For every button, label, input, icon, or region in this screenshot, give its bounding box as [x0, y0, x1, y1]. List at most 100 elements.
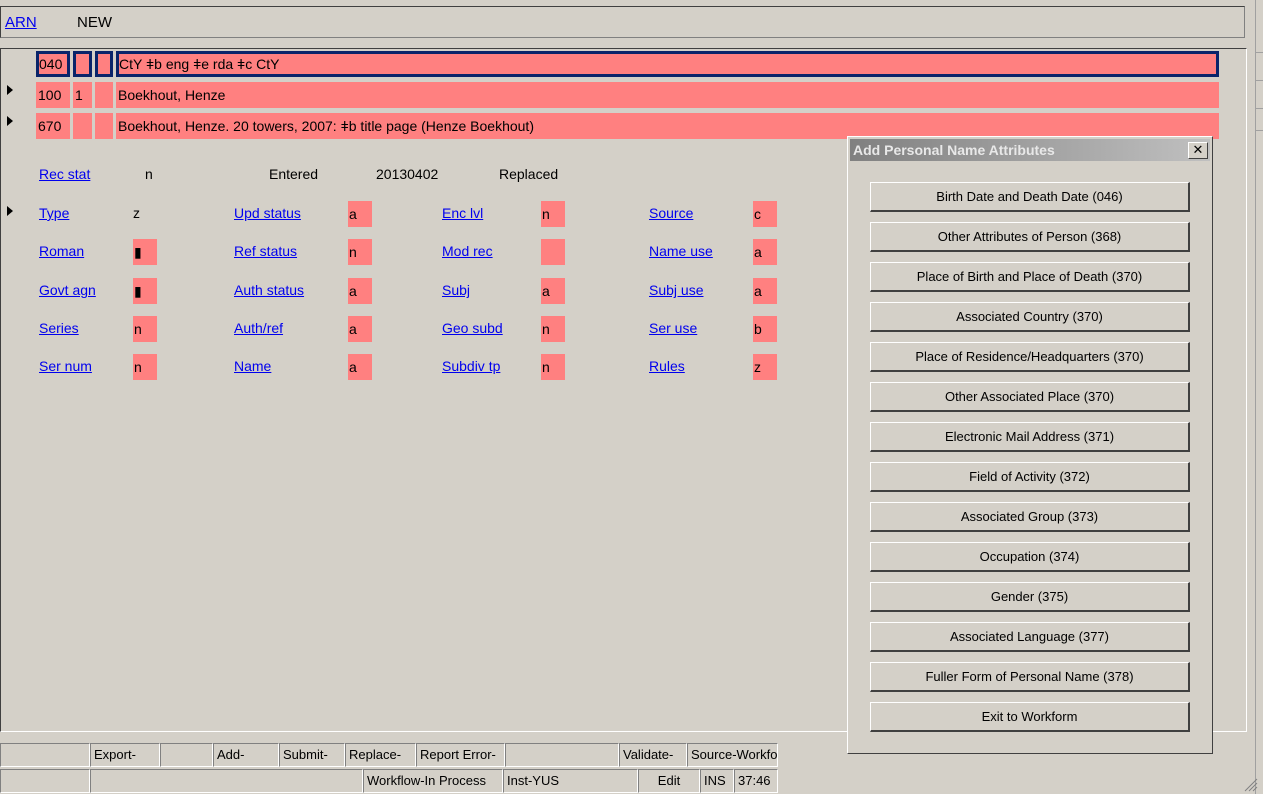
status-cell: Inst-YUS	[503, 769, 638, 793]
fixed-field-value-mod-rec[interactable]	[541, 239, 565, 265]
right-edge-strip	[1255, 0, 1263, 794]
fixed-field-label-auth-status[interactable]: Auth status	[234, 282, 304, 298]
status-cell	[90, 769, 363, 793]
fixed-field-value-name[interactable]: a	[348, 354, 372, 380]
gender-375-button[interactable]: Gender (375)	[870, 582, 1190, 612]
fixed-field-value-roman[interactable]: ▮	[133, 239, 157, 265]
fixed-field-value-auth-ref[interactable]: a	[348, 316, 372, 342]
status-cell: Edit	[638, 769, 700, 793]
entered-value: 20130402	[376, 166, 439, 182]
row-pointer-icon	[7, 206, 13, 216]
place-of-residence-headquarters-370-button[interactable]: Place of Residence/Headquarters (370)	[870, 342, 1190, 372]
fixed-field-label-rules[interactable]: Rules	[649, 358, 685, 374]
fixed-field-label-source[interactable]: Source	[649, 205, 693, 221]
marc-indicator-2[interactable]	[95, 82, 113, 108]
fixed-field-label-ref-status[interactable]: Ref status	[234, 243, 297, 259]
marc-tag[interactable]: 670	[36, 113, 70, 139]
associated-country-370-button[interactable]: Associated Country (370)	[870, 302, 1190, 332]
fixed-field-value-rules[interactable]: z	[753, 354, 777, 380]
fixed-field-value-series[interactable]: n	[133, 316, 157, 342]
fixed-field-value-auth-status[interactable]: a	[348, 278, 372, 304]
exit-to-workform-button[interactable]: Exit to Workform	[870, 702, 1190, 732]
arn-value: NEW	[77, 14, 112, 31]
toolbar-blank-cell	[0, 743, 90, 767]
record-header: ARN NEW	[0, 6, 1245, 38]
add-button[interactable]: Add-	[213, 743, 279, 767]
status-cell	[0, 769, 90, 793]
marc-indicator-1[interactable]	[73, 113, 92, 139]
toolbar-blank-cell	[160, 743, 213, 767]
row-pointer-icon	[7, 116, 13, 126]
marc-tag[interactable]: 040	[36, 51, 70, 77]
report-error-button[interactable]: Report Error-	[416, 743, 505, 767]
fixed-field-label-subj[interactable]: Subj	[442, 282, 470, 298]
fixed-field-label-ser-use[interactable]: Ser use	[649, 320, 697, 336]
fixed-field-label-rec-stat[interactable]: Rec stat	[39, 166, 90, 182]
fixed-field-value-subj-use[interactable]: a	[753, 278, 777, 304]
fixed-field-label-type[interactable]: Type	[39, 205, 69, 221]
status-cell: INS	[700, 769, 734, 793]
marc-field-data[interactable]: Boekhout, Henze	[116, 82, 1219, 108]
resize-grip-icon[interactable]	[1240, 774, 1258, 792]
fixed-field-label-enc-lvl[interactable]: Enc lvl	[442, 205, 483, 221]
export-button[interactable]: Export-	[90, 743, 160, 767]
associated-group-373-button[interactable]: Associated Group (373)	[870, 502, 1190, 532]
fixed-field-label-subj-use[interactable]: Subj use	[649, 282, 703, 298]
fixed-field-label-mod-rec[interactable]: Mod rec	[442, 243, 493, 259]
fixed-field-value-source[interactable]: c	[753, 201, 777, 227]
occupation-374-button[interactable]: Occupation (374)	[870, 542, 1190, 572]
marc-indicator-1[interactable]: 1	[73, 82, 92, 108]
fixed-field-label-ser-num[interactable]: Ser num	[39, 358, 92, 374]
add-personal-name-attributes-dialog: Add Personal Name Attributes ✕ Birth Dat…	[847, 136, 1213, 754]
fixed-field-label-name-use[interactable]: Name use	[649, 243, 713, 259]
fixed-field-value-name-use[interactable]: a	[753, 239, 777, 265]
fixed-field-value-enc-lvl[interactable]: n	[541, 201, 565, 227]
toolbar-blank-cell	[505, 743, 619, 767]
submit-button[interactable]: Submit-	[279, 743, 345, 767]
fixed-field-value-type: z	[133, 205, 140, 221]
fixed-field-value-ser-use[interactable]: b	[753, 316, 777, 342]
fixed-field-value-rec-stat: n	[145, 166, 153, 182]
close-button[interactable]: ✕	[1188, 142, 1208, 159]
fixed-field-value-upd-status[interactable]: a	[348, 201, 372, 227]
field-of-activity-372-button[interactable]: Field of Activity (372)	[870, 462, 1190, 492]
fixed-field-value-subj[interactable]: a	[541, 278, 565, 304]
fixed-field-label-upd-status[interactable]: Upd status	[234, 205, 301, 221]
birth-date-and-death-date-046-button[interactable]: Birth Date and Death Date (046)	[870, 182, 1190, 212]
fixed-field-value-subdiv-tp[interactable]: n	[541, 354, 565, 380]
fixed-field-value-ser-num[interactable]: n	[133, 354, 157, 380]
status-cell: 37:46	[734, 769, 778, 793]
fixed-field-label-govt-agn[interactable]: Govt agn	[39, 282, 96, 298]
entered-label: Entered	[269, 166, 319, 182]
fixed-field-value-ref-status[interactable]: n	[348, 239, 372, 265]
fuller-form-of-personal-name-378-button[interactable]: Fuller Form of Personal Name (378)	[870, 662, 1190, 692]
marc-tag[interactable]: 100	[36, 82, 70, 108]
close-icon: ✕	[1192, 142, 1204, 157]
fixed-field-value-geo-subd[interactable]: n	[541, 316, 565, 342]
fixed-field-label-series[interactable]: Series	[39, 320, 79, 336]
replaced-label: Replaced	[499, 166, 559, 182]
other-associated-place-370-button[interactable]: Other Associated Place (370)	[870, 382, 1190, 412]
place-of-birth-and-place-of-death-370-button[interactable]: Place of Birth and Place of Death (370)	[870, 262, 1190, 292]
source-workfo-button[interactable]: Source-Workfo	[687, 743, 778, 767]
row-pointer-icon	[7, 85, 13, 95]
arn-link[interactable]: ARN	[5, 14, 37, 31]
fixed-field-label-roman[interactable]: Roman	[39, 243, 84, 259]
fixed-field-label-subdiv-tp[interactable]: Subdiv tp	[442, 358, 500, 374]
dialog-title: Add Personal Name Attributes	[853, 142, 1055, 158]
dialog-titlebar[interactable]: Add Personal Name Attributes ✕	[850, 139, 1210, 161]
validate-button[interactable]: Validate-	[619, 743, 687, 767]
other-attributes-of-person-368-button[interactable]: Other Attributes of Person (368)	[870, 222, 1190, 252]
fixed-field-label-name[interactable]: Name	[234, 358, 271, 374]
marc-field-data[interactable]: CtY ǂb eng ǂe rda ǂc CtY	[116, 51, 1219, 77]
electronic-mail-address-371-button[interactable]: Electronic Mail Address (371)	[870, 422, 1190, 452]
fixed-field-label-geo-subd[interactable]: Geo subd	[442, 320, 503, 336]
associated-language-377-button[interactable]: Associated Language (377)	[870, 622, 1190, 652]
replace-button[interactable]: Replace-	[345, 743, 416, 767]
fixed-field-label-auth-ref[interactable]: Auth/ref	[234, 320, 283, 336]
marc-indicator-2[interactable]	[95, 113, 113, 139]
marc-indicator-2[interactable]	[95, 51, 113, 77]
status-cell: Workflow-In Process	[363, 769, 503, 793]
fixed-field-value-govt-agn[interactable]: ▮	[133, 278, 157, 304]
marc-indicator-1[interactable]	[73, 51, 92, 77]
